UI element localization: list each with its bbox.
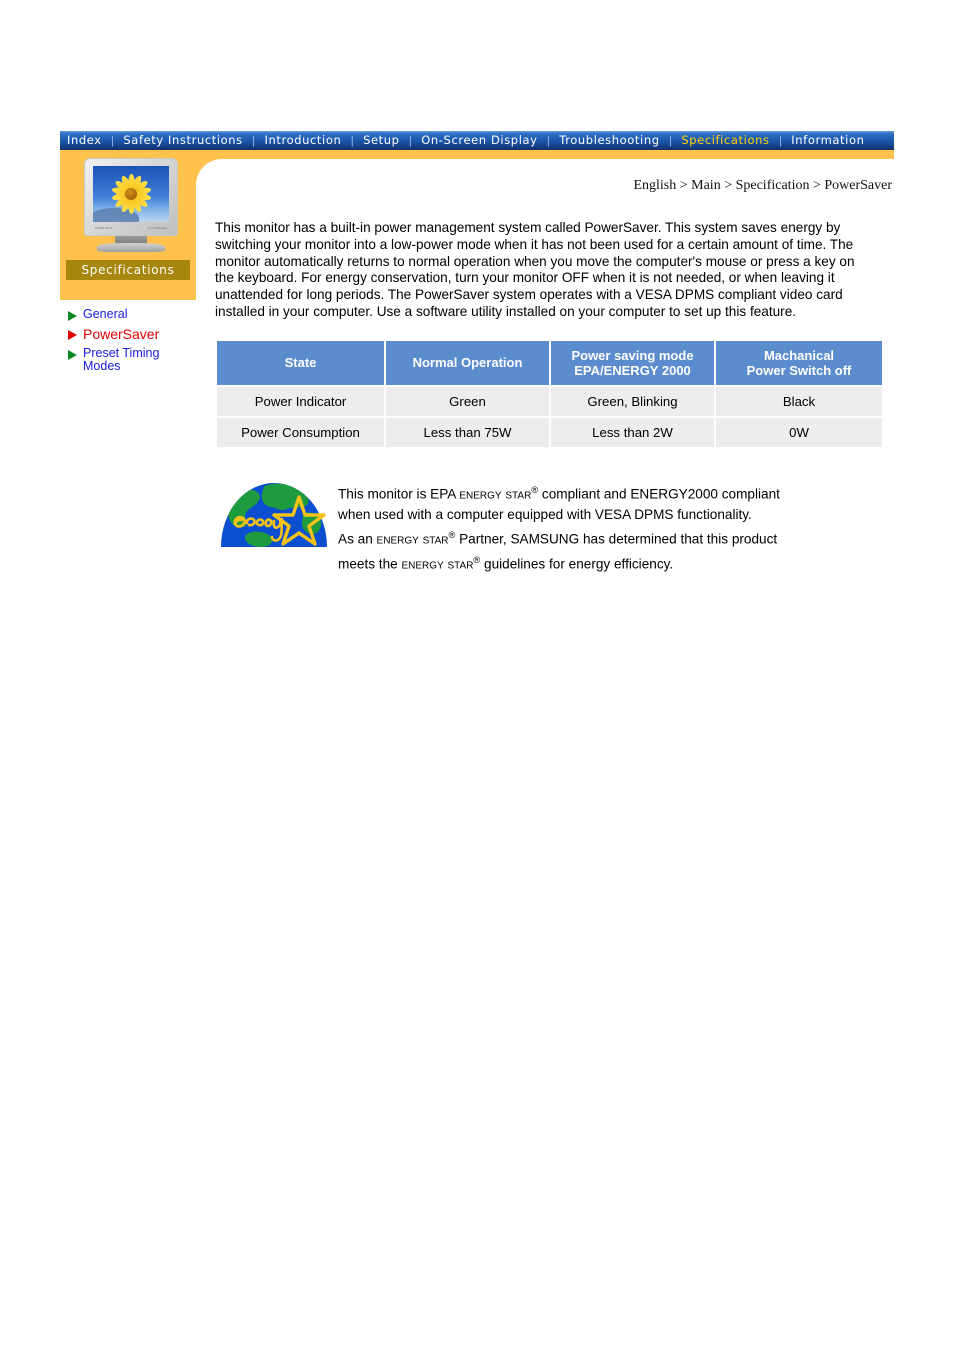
monitor-thumbnail: SAMSUNG SyncMaster — [79, 158, 183, 256]
table-cell: Power Consumption — [217, 417, 384, 447]
monitor-screen — [93, 166, 169, 222]
nav-item-on-screen-display[interactable]: On-Screen Display — [420, 131, 538, 150]
nav-separator: | — [350, 134, 355, 147]
nav-item-information[interactable]: Information — [790, 131, 865, 150]
sidebar-item-label: Preset Timing Modes — [83, 345, 160, 373]
table-cell: Green — [386, 386, 549, 416]
energy-star-logo — [221, 482, 327, 547]
table-row: Power Consumption Less than 75W Less than … — [217, 417, 882, 447]
header-line: Machanical — [763, 347, 835, 363]
nav-item-introduction[interactable]: Introduction — [264, 131, 343, 150]
table-column-header: Normal Operation — [386, 340, 549, 385]
triangle-bullet-icon — [68, 349, 77, 360]
table-column-header: State — [217, 340, 384, 385]
es-l1-a: This monitor is EPA — [338, 486, 460, 502]
es-l4-energy: Energy — [401, 555, 444, 572]
nav-separator: | — [778, 134, 783, 147]
es-l4-star: Star — [447, 555, 474, 572]
energy-star-text: This monitor is EPA Energy Star® complia… — [338, 477, 780, 575]
es-l4-a: meets the — [338, 556, 402, 572]
triangle-bullet-icon — [68, 311, 77, 321]
breadcrumb: English > Main > Specification > PowerSa… — [633, 178, 892, 193]
flower-core — [125, 188, 137, 200]
sidebar-item-general[interactable]: General — [60, 307, 196, 327]
header-line: EPA/ENERGY 2000 — [574, 362, 691, 378]
sidebar-item-label: PowerSaver — [83, 325, 160, 342]
header-line: Power saving mode — [571, 347, 694, 363]
es-l3-star: Star — [422, 530, 449, 547]
table-cell: 0W — [716, 417, 882, 447]
table-cell: Less than 2W — [551, 417, 714, 447]
table-cell: Less than 75W — [386, 417, 549, 447]
header-line: Power Switch off — [746, 362, 852, 378]
table-row: Power Indicator Green Green, Blinking Black — [217, 386, 882, 416]
main-content: English > Main > Specification > PowerSa… — [215, 178, 894, 574]
table-column-header: Machanical Power Switch off — [716, 340, 882, 385]
nav-item-index[interactable]: Index — [66, 131, 103, 150]
energy-star-block: This monitor is EPA Energy Star® complia… — [215, 477, 894, 575]
nav-separator: | — [546, 134, 551, 147]
table-cell: Power Indicator — [217, 386, 384, 416]
header-line: State — [284, 355, 317, 371]
triangle-bullet-icon — [68, 329, 77, 340]
nav-separator: | — [110, 134, 115, 147]
nav-item-troubleshooting[interactable]: Troubleshooting — [558, 131, 660, 150]
sidebar-section-tab: Specifications — [66, 260, 190, 280]
sidebar-item-label: General — [83, 307, 128, 321]
energy-star-line-1: This monitor is EPA Energy Star® complia… — [338, 480, 780, 505]
sidebar-item-preset-timing-modes[interactable]: Preset Timing Modes — [60, 345, 196, 379]
header-line: Normal Operation — [412, 355, 523, 371]
table-body: Power Indicator Green Green, Blinking Black… — [217, 386, 882, 447]
nav-item-specifications[interactable]: Specifications — [680, 131, 770, 150]
es-l4-b: guidelines for energy efficiency. — [480, 556, 674, 572]
top-navigation-bar: Index | Safety Instructions | Introduction | S… — [60, 131, 894, 150]
es-l1-star: Star — [505, 485, 532, 502]
table-cell: Black — [716, 386, 882, 416]
es-l1-energy: Energy — [459, 485, 502, 502]
help-page: Index | Safety Instructions | Introduction | S… — [60, 131, 894, 1300]
sidebar-item-powersaver[interactable]: PowerSaver — [60, 325, 196, 347]
monitor-model-label: SyncMaster — [147, 226, 168, 230]
nav-separator: | — [251, 134, 256, 147]
intro-paragraph: This monitor has a built-in power manage… — [215, 220, 855, 319]
table-cell: Green, Blinking — [551, 386, 714, 416]
es-l3-b: Partner, SAMSUNG has determined that thi… — [455, 531, 778, 547]
sunflower-graphic — [109, 172, 153, 216]
nav-item-safety-instructions[interactable]: Safety Instructions — [122, 131, 243, 150]
page-header-band: SAMSUNG SyncMaster Specifications Englis… — [60, 150, 894, 1300]
monitor-brand-label: SAMSUNG — [95, 226, 113, 230]
energy-star-line-3: As an Energy Star® Partner, SAMSUNG has … — [338, 525, 780, 550]
nav-separator: | — [668, 134, 673, 147]
energy-star-line-2: when used with a computer equipped with … — [338, 507, 752, 523]
energy-star-line-4: meets the Energy Star® guidelines for en… — [338, 550, 780, 575]
monitor-base — [97, 243, 165, 252]
monitor-bezel: SAMSUNG SyncMaster — [84, 158, 178, 236]
table-header: State Normal Operation Power saving mode EP… — [217, 340, 882, 385]
es-l3-a: As an — [338, 531, 377, 547]
table-column-header: Power saving mode EPA/ENERGY 2000 — [551, 340, 714, 385]
es-l1-b: compliant and ENERGY2000 compliant — [538, 486, 780, 502]
nav-separator: | — [408, 134, 413, 147]
sidebar-navigation: General PowerSaver Preset Timing Modes — [60, 300, 196, 379]
es-l3-energy: Energy — [376, 530, 419, 547]
nav-item-setup[interactable]: Setup — [362, 131, 400, 150]
table-header-row: State Normal Operation Power saving mode EP… — [217, 340, 882, 385]
powersaver-table: State Normal Operation Power saving mode EP… — [215, 339, 884, 449]
